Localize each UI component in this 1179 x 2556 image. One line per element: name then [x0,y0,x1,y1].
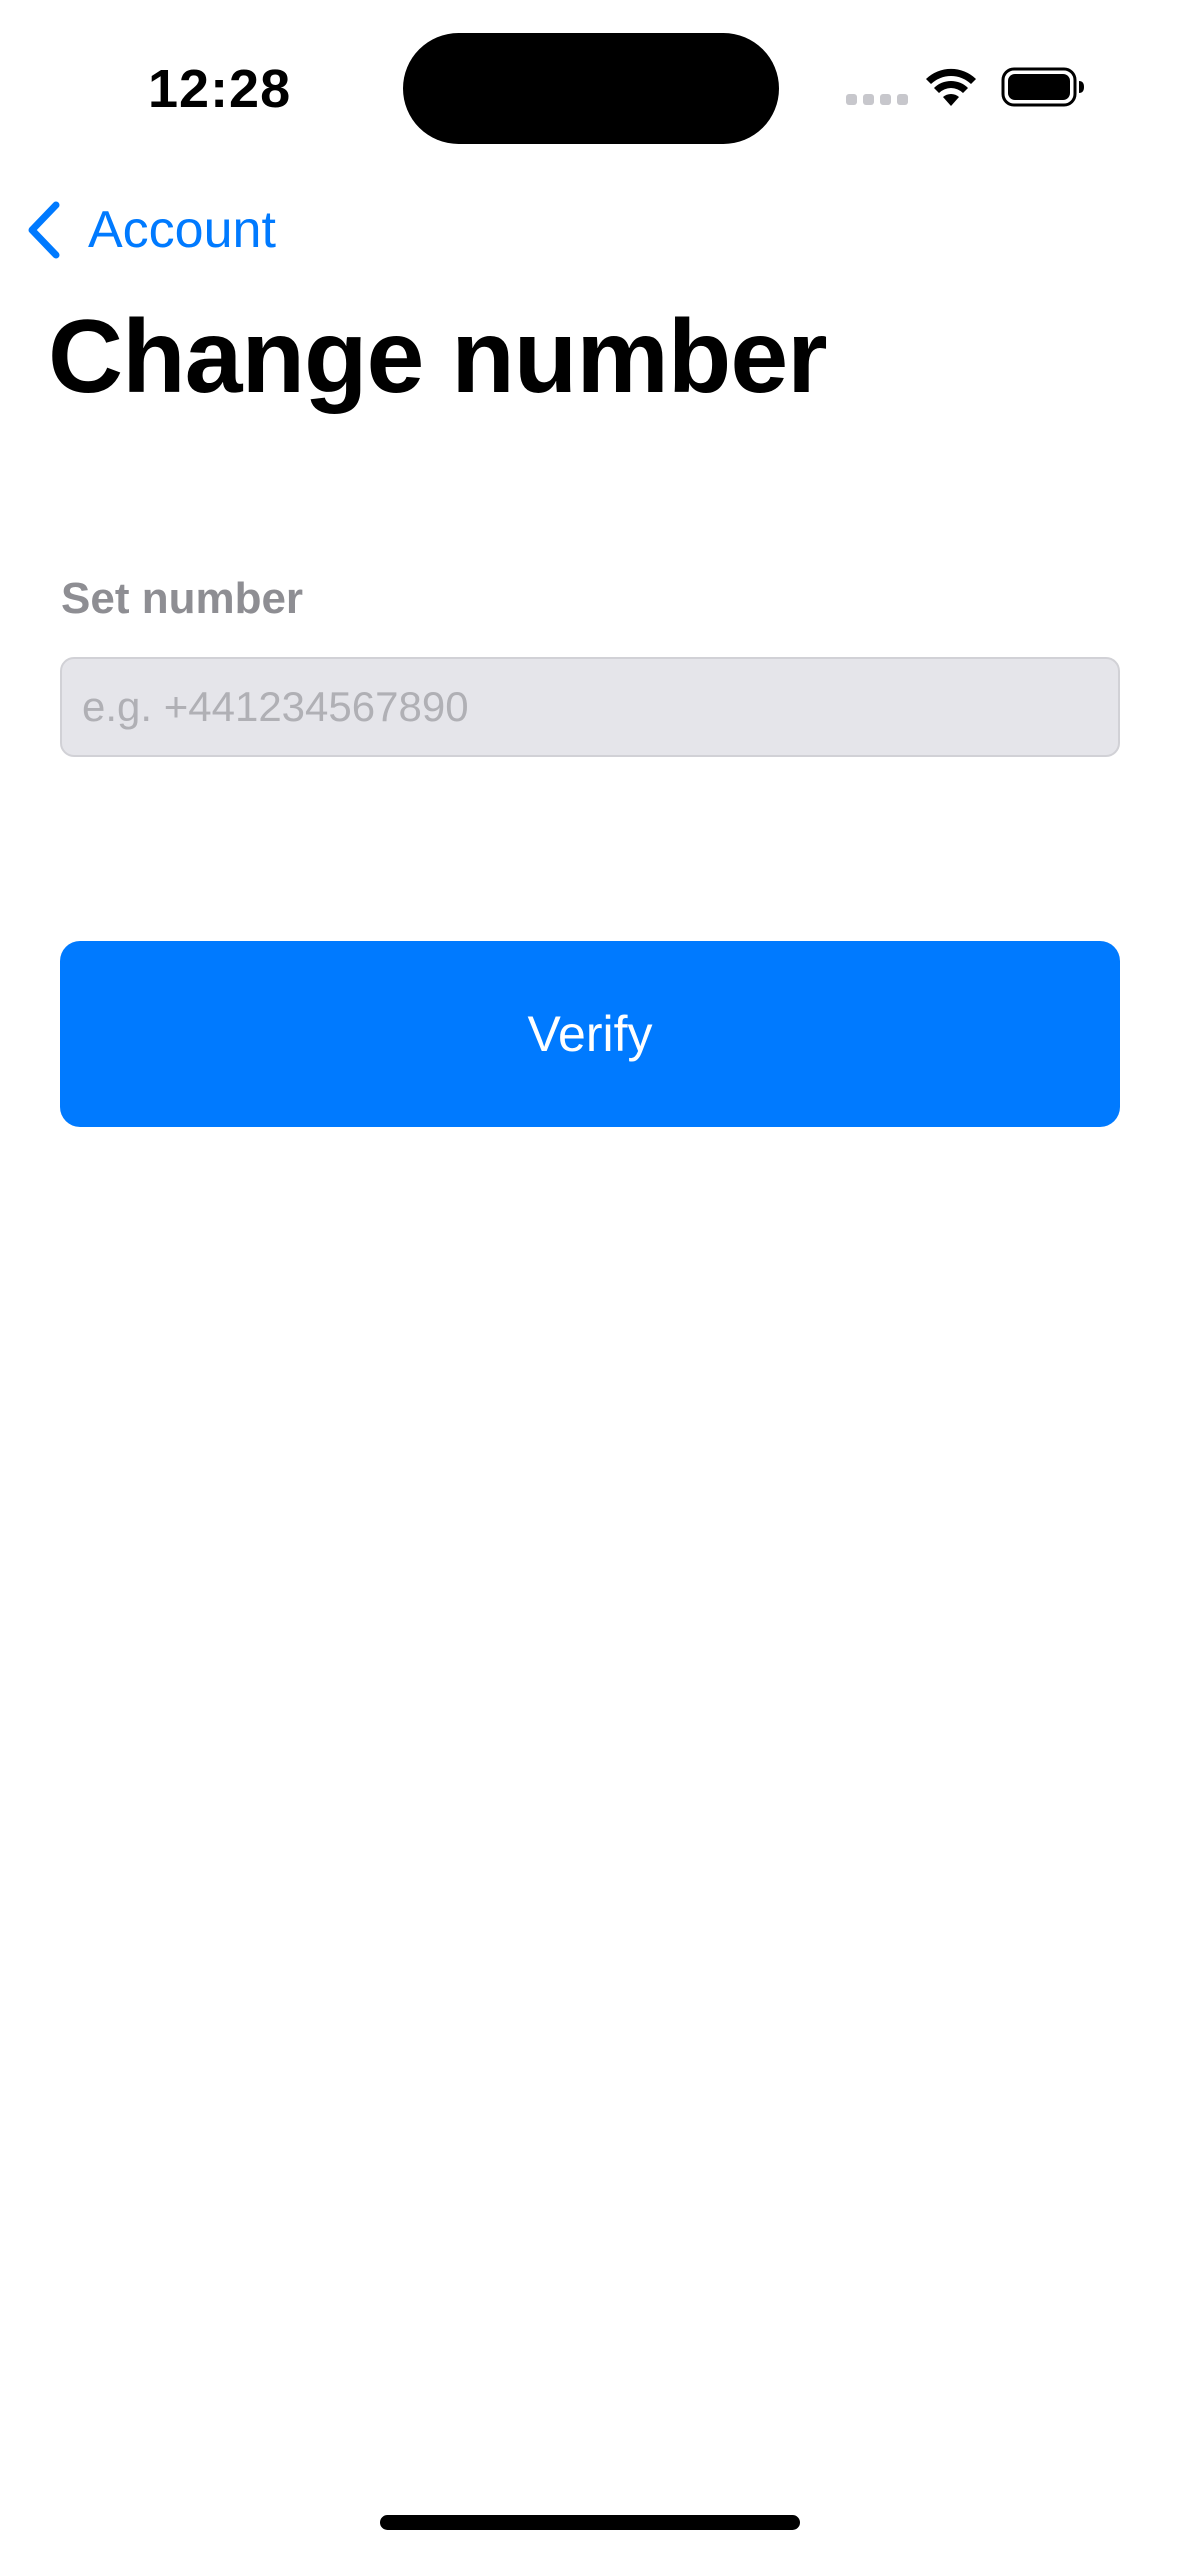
dynamic-island [403,33,779,144]
wifi-icon [926,68,976,106]
status-bar: 12:28 [0,0,1179,180]
battery-icon [1001,67,1084,107]
set-number-label: Set number [61,574,304,623]
back-label: Account [88,201,276,259]
chevron-left-icon [28,201,60,259]
signal-dots-icon [846,94,908,105]
phone-number-input[interactable] [60,657,1120,757]
home-indicator [380,2515,800,2530]
verify-button[interactable]: Verify [60,941,1120,1127]
back-button[interactable]: Account [24,190,276,270]
status-time: 12:28 [148,59,292,119]
page-title: Change number [48,299,828,415]
